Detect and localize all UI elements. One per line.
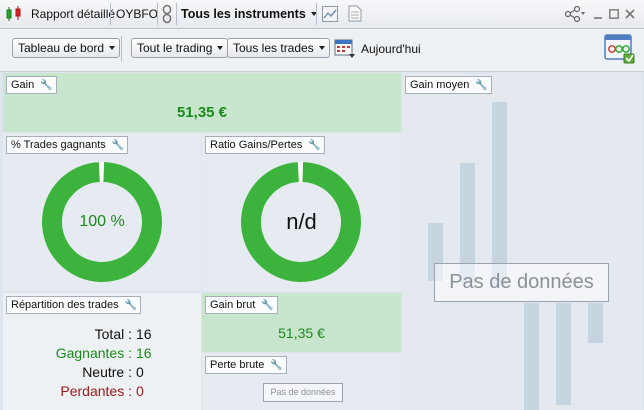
distribution-label: Perdantes : — [60, 383, 132, 399]
top-bar: Rapport détaillé OYBFO Tous les instrume… — [0, 0, 644, 29]
gain-panel: Gain 🔧 51,35 € — [3, 73, 401, 132]
average-gain-panel: Gain moyen 🔧 Pas de données — [402, 73, 642, 410]
instruments-dropdown[interactable]: Tous les instruments — [181, 0, 317, 28]
wrench-icon[interactable]: 🔧 — [261, 298, 273, 314]
candlestick-icon — [5, 0, 23, 28]
placeholder-bar — [588, 303, 603, 343]
gain-value: 51,35 € — [176, 104, 228, 121]
trades-label: Tous les trades — [233, 41, 314, 55]
report-settings-icon[interactable] — [604, 32, 636, 67]
distribution-value: 16 — [136, 326, 152, 342]
account-label[interactable]: OYBFO — [116, 0, 158, 28]
distribution-row: Neutre : 0 — [3, 364, 201, 383]
placeholder-bar — [556, 303, 571, 405]
chart-window-icon[interactable] — [322, 0, 338, 28]
distribution-header[interactable]: Répartition des trades 🔧 — [6, 296, 142, 314]
trades-dropdown[interactable]: Tous les trades — [227, 38, 330, 58]
toolbar: Tableau de bord Tout le trading Tous les… — [0, 29, 644, 72]
distribution-value: 0 — [136, 383, 144, 399]
wrench-icon[interactable]: 🔧 — [475, 78, 487, 94]
gross-loss-panel: Perte brute 🔧 Pas de données — [202, 353, 401, 410]
distribution-row: Total : 16 — [3, 326, 201, 345]
win-percentage-value: 100 % — [79, 213, 125, 230]
gain-title: Gain — [11, 79, 35, 91]
chevron-down-icon — [217, 46, 224, 50]
trading-dropdown[interactable]: Tout le trading — [131, 38, 229, 58]
placeholder-bar — [492, 102, 507, 285]
gross-loss-title: Perte brute — [210, 359, 265, 371]
distribution-row: Gagnantes : 16 — [3, 345, 201, 364]
distribution-value: 0 — [136, 364, 144, 380]
document-icon[interactable] — [348, 0, 362, 28]
ratio-panel: Ratio Gains/Pertes 🔧 n/d — [202, 133, 401, 291]
distribution-panel: Répartition des trades 🔧 Total : 16 Gagna… — [3, 293, 201, 410]
chevron-down-icon — [109, 46, 116, 50]
distribution-label: Gagnantes : — [55, 345, 132, 361]
calendar-icon[interactable] — [334, 37, 356, 62]
dashboard-dropdown[interactable]: Tableau de bord — [12, 38, 121, 58]
distribution-row: Perdantes : 0 — [3, 383, 201, 402]
maximize-icon[interactable] — [609, 0, 619, 28]
wrench-icon[interactable]: 🔧 — [125, 298, 137, 314]
distribution-title: Répartition des trades — [11, 299, 119, 311]
date-label[interactable]: Aujourd'hui — [361, 42, 421, 56]
gain-panel-header[interactable]: Gain 🔧 — [6, 76, 57, 94]
distribution-label: Neutre : — [82, 364, 132, 380]
minimize-icon[interactable] — [593, 0, 603, 28]
gross-loss-header[interactable]: Perte brute 🔧 — [205, 356, 287, 374]
win-percentage-panel: % Trades gagnants 🔧 100 % — [3, 133, 201, 291]
distribution-label: Total : — [94, 326, 132, 342]
chevron-down-icon — [318, 46, 325, 50]
wrench-icon[interactable]: 🔧 — [270, 358, 282, 374]
average-gain-no-data: Pas de données — [434, 263, 609, 302]
gross-gain-title: Gain brut — [210, 299, 256, 311]
instruments-label: Tous les instruments — [181, 7, 306, 21]
win-percentage-donut — [42, 162, 162, 282]
share-icon[interactable] — [564, 0, 586, 28]
gross-gain-panel: Gain brut 🔧 51,35 € — [202, 293, 401, 352]
average-gain-placeholder-bars — [428, 102, 603, 410]
average-gain-title: Gain moyen — [410, 79, 470, 91]
distribution-value: 16 — [136, 345, 152, 361]
dashboard-label: Tableau de bord — [18, 41, 105, 55]
gross-loss-no-data: Pas de données — [263, 383, 343, 402]
gross-gain-value: 51,35 € — [278, 325, 325, 341]
link-chain-icon[interactable] — [162, 0, 172, 28]
report-title[interactable]: Rapport détaillé — [31, 0, 115, 28]
placeholder-bar — [524, 303, 539, 410]
gross-gain-header[interactable]: Gain brut 🔧 — [205, 296, 278, 314]
close-icon[interactable] — [625, 0, 635, 28]
wrench-icon[interactable]: 🔧 — [40, 78, 52, 94]
trading-label: Tout le trading — [137, 41, 213, 55]
ratio-value: n/d — [286, 209, 317, 234]
average-gain-header[interactable]: Gain moyen 🔧 — [405, 76, 492, 94]
